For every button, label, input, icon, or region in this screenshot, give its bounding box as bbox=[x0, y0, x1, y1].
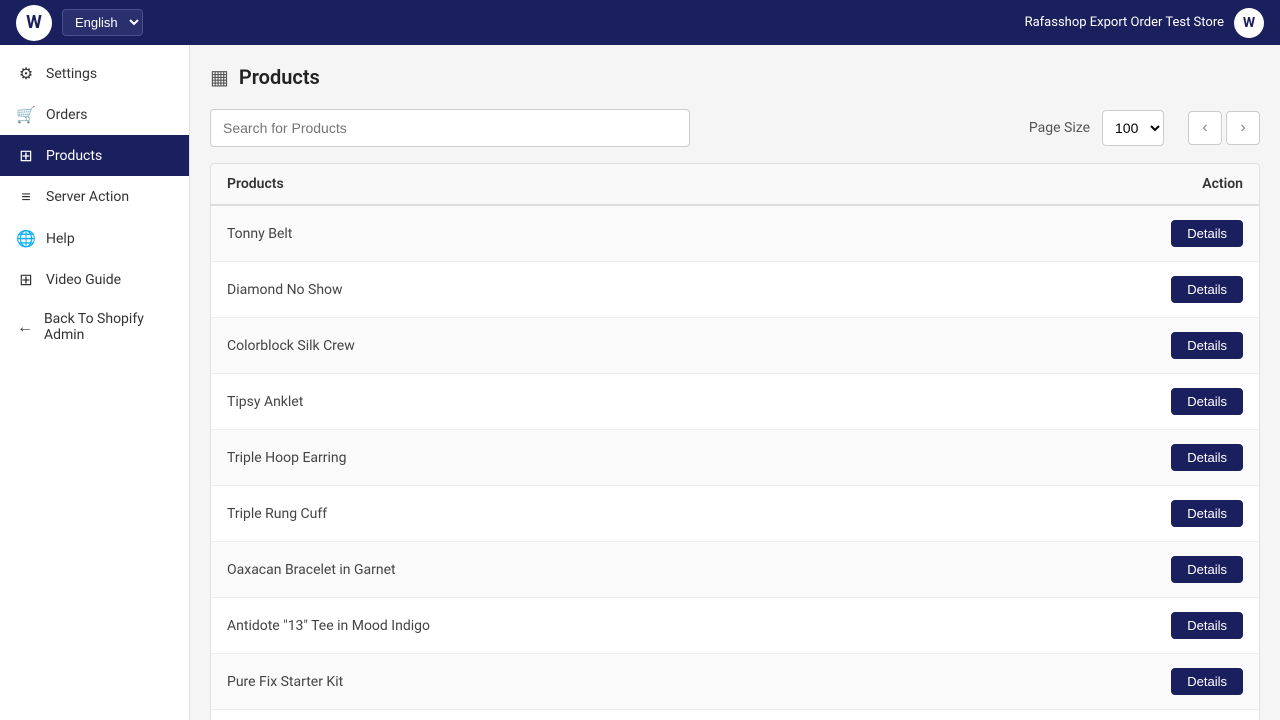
product-name: Oaxacan Bracelet in Garnet bbox=[227, 562, 1123, 578]
sidebar-label-help: Help bbox=[46, 231, 75, 247]
sidebar-item-products[interactable]: ⊞ Products bbox=[0, 135, 189, 176]
sidebar-item-settings[interactable]: ⚙ Settings bbox=[0, 53, 189, 94]
details-button[interactable]: Details bbox=[1171, 332, 1243, 359]
sidebar-item-back-to-shopify[interactable]: ← Back To Shopify Admin bbox=[0, 300, 189, 354]
table-header: Products Action bbox=[211, 164, 1259, 206]
product-name: Antidote "13" Tee in Mood Indigo bbox=[227, 618, 1123, 634]
orders-icon: 🛒 bbox=[16, 105, 36, 124]
table-row: Tipsy Anklet Details bbox=[211, 374, 1259, 430]
details-button[interactable]: Details bbox=[1171, 444, 1243, 471]
table-body: Tonny Belt Details Diamond No Show Detai… bbox=[211, 206, 1259, 720]
table-row: Jon Lock Details bbox=[211, 710, 1259, 720]
sidebar-label-products: Products bbox=[46, 148, 102, 164]
store-name: Rafasshop Export Order Test Store bbox=[1025, 15, 1224, 30]
details-button[interactable]: Details bbox=[1171, 556, 1243, 583]
page-header-icon: ▦ bbox=[210, 65, 229, 89]
table-row: Pure Fix Starter Kit Details bbox=[211, 654, 1259, 710]
details-button[interactable]: Details bbox=[1171, 276, 1243, 303]
language-selector[interactable]: English bbox=[62, 9, 143, 36]
details-button[interactable]: Details bbox=[1171, 220, 1243, 247]
row-action: Details bbox=[1123, 388, 1243, 415]
logo-text: W bbox=[26, 12, 42, 33]
prev-page-button[interactable]: ‹ bbox=[1188, 111, 1222, 145]
product-name: Colorblock Silk Crew bbox=[227, 338, 1123, 354]
search-input[interactable] bbox=[210, 109, 690, 147]
row-action: Details bbox=[1123, 500, 1243, 527]
row-action: Details bbox=[1123, 332, 1243, 359]
table-row: Diamond No Show Details bbox=[211, 262, 1259, 318]
top-navigation: W English Rafasshop Export Order Test St… bbox=[0, 0, 1280, 45]
table-row: Colorblock Silk Crew Details bbox=[211, 318, 1259, 374]
next-page-button[interactable]: › bbox=[1226, 111, 1260, 145]
sidebar-label-back: Back To Shopify Admin bbox=[44, 311, 173, 343]
row-action: Details bbox=[1123, 276, 1243, 303]
topnav-right: Rafasshop Export Order Test Store W bbox=[1025, 8, 1264, 38]
sidebar-item-help[interactable]: 🌐 Help bbox=[0, 218, 189, 259]
settings-icon: ⚙ bbox=[16, 64, 36, 83]
col-header-products: Products bbox=[227, 176, 1123, 192]
details-button[interactable]: Details bbox=[1171, 612, 1243, 639]
app-logo: W bbox=[16, 5, 52, 41]
row-action: Details bbox=[1123, 668, 1243, 695]
product-name: Triple Rung Cuff bbox=[227, 506, 1123, 522]
table-row: Triple Rung Cuff Details bbox=[211, 486, 1259, 542]
back-icon: ← bbox=[16, 317, 34, 337]
product-name: Tonny Belt bbox=[227, 226, 1123, 242]
toolbar: Page Size 100 ‹ › bbox=[210, 109, 1260, 147]
row-action: Details bbox=[1123, 556, 1243, 583]
store-logo-icon: W bbox=[1234, 8, 1264, 38]
page-size-label: Page Size bbox=[1029, 120, 1090, 136]
table-row: Antidote "13" Tee in Mood Indigo Details bbox=[211, 598, 1259, 654]
page-title: Products bbox=[239, 65, 320, 89]
sidebar: ⚙ Settings 🛒 Orders ⊞ Products ≡ Server … bbox=[0, 45, 190, 720]
sidebar-item-video-guide[interactable]: ⊞ Video Guide bbox=[0, 259, 189, 300]
main-content: ▦ Products Page Size 100 ‹ › Products Ac… bbox=[190, 45, 1280, 720]
sidebar-item-server-action[interactable]: ≡ Server Action bbox=[0, 176, 189, 218]
product-name: Triple Hoop Earring bbox=[227, 450, 1123, 466]
products-table: Products Action Tonny Belt Details Diamo… bbox=[210, 163, 1260, 720]
row-action: Details bbox=[1123, 444, 1243, 471]
product-name: Pure Fix Starter Kit bbox=[227, 674, 1123, 690]
server-action-icon: ≡ bbox=[16, 187, 36, 207]
topnav-left: W English bbox=[16, 5, 143, 41]
details-button[interactable]: Details bbox=[1171, 500, 1243, 527]
row-action: Details bbox=[1123, 612, 1243, 639]
table-row: Triple Hoop Earring Details bbox=[211, 430, 1259, 486]
help-icon: 🌐 bbox=[16, 229, 36, 248]
sidebar-label-orders: Orders bbox=[46, 107, 88, 123]
sidebar-item-orders[interactable]: 🛒 Orders bbox=[0, 94, 189, 135]
col-header-action: Action bbox=[1123, 176, 1243, 192]
video-guide-icon: ⊞ bbox=[16, 270, 36, 289]
table-row: Oaxacan Bracelet in Garnet Details bbox=[211, 542, 1259, 598]
sidebar-label-server-action: Server Action bbox=[46, 189, 129, 205]
sidebar-label-settings: Settings bbox=[46, 66, 97, 82]
product-name: Diamond No Show bbox=[227, 282, 1123, 298]
page-size-select[interactable]: 100 bbox=[1102, 110, 1164, 146]
pagination: ‹ › bbox=[1188, 111, 1260, 145]
row-action: Details bbox=[1123, 220, 1243, 247]
details-button[interactable]: Details bbox=[1171, 388, 1243, 415]
details-button[interactable]: Details bbox=[1171, 668, 1243, 695]
table-row: Tonny Belt Details bbox=[211, 206, 1259, 262]
page-header: ▦ Products bbox=[210, 65, 1260, 89]
products-icon: ⊞ bbox=[16, 146, 36, 165]
product-name: Tipsy Anklet bbox=[227, 394, 1123, 410]
sidebar-label-video-guide: Video Guide bbox=[46, 272, 121, 288]
